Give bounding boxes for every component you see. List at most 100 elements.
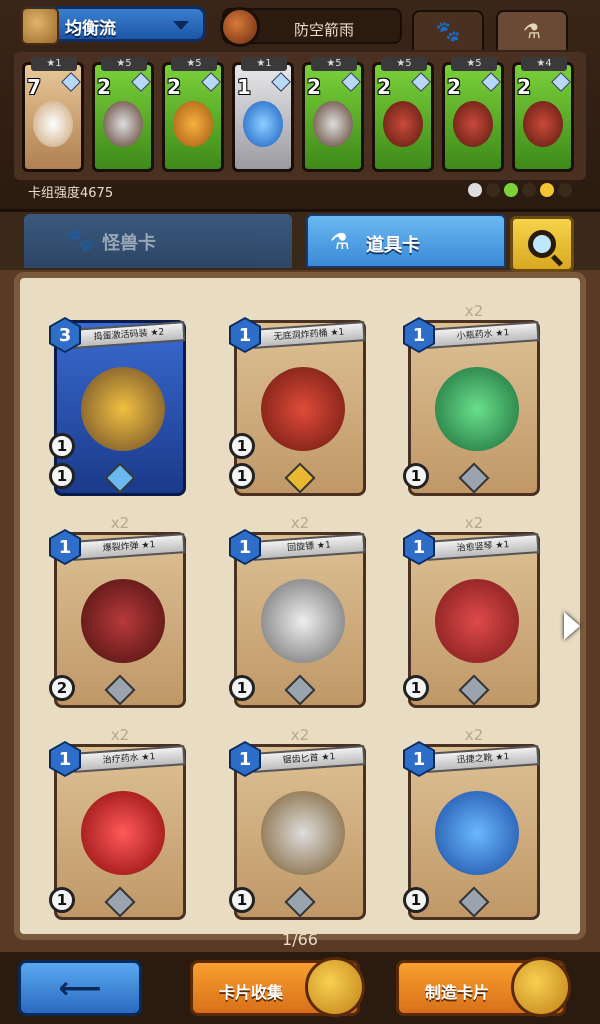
card-count: 2 <box>97 75 111 99</box>
card-title: 治愈竖琴 ★1 <box>426 533 540 561</box>
card-count: 1 <box>237 75 251 99</box>
card-slot[interactable]: x2 回旋镖 ★1 1 1 <box>229 514 370 708</box>
paw-tab-button[interactable]: 🐾 <box>412 10 484 50</box>
card-slot[interactable]: x2 迅捷之靴 ★1 1 1 <box>403 726 544 920</box>
red-potion-icon <box>81 791 165 875</box>
deck-card[interactable]: ★1 1 <box>232 57 294 172</box>
hero-selector[interactable]: 防空箭雨 <box>220 7 402 47</box>
back-arrow-icon: ⟵ <box>58 970 102 1006</box>
hero-portrait <box>220 7 260 47</box>
card-slot[interactable]: 无底洞炸药桶 ★1 1 1 1 <box>229 306 370 496</box>
deck-book-icon <box>21 7 59 45</box>
deck-card[interactable]: ★1 7 <box>22 57 84 172</box>
card-title: 爆裂炸弹 ★1 <box>72 533 186 561</box>
deck-card[interactable]: ★5 2 <box>442 57 504 172</box>
card-count: 2 <box>447 75 461 99</box>
card-title: 无底洞炸药桶 ★1 <box>252 321 366 349</box>
filter-type-icon[interactable] <box>558 183 572 197</box>
silver-gem-icon <box>284 886 316 918</box>
filter-green-icon[interactable] <box>504 183 518 197</box>
tab-item-cards[interactable]: ⚗ 道具卡 <box>306 214 506 268</box>
flask-icon: ⚗ <box>330 230 350 255</box>
item-card[interactable]: 爆裂炸弹 ★1 1 2 <box>49 529 186 708</box>
dynamite-icon <box>261 367 345 451</box>
deck-selector[interactable]: 均衡流 <box>21 6 206 45</box>
search-button[interactable] <box>510 216 574 272</box>
item-card[interactable]: 治愈竖琴 ★1 1 1 <box>403 529 540 708</box>
silver-gem-icon <box>104 674 136 706</box>
silver-gem-icon <box>284 674 316 706</box>
deck-card[interactable]: ★5 2 <box>92 57 154 172</box>
paw-icon: 🐾 <box>66 228 94 253</box>
deck-card[interactable]: ★5 2 <box>372 57 434 172</box>
card-count: 2 <box>377 75 391 99</box>
back-button[interactable]: ⟵ <box>18 960 142 1016</box>
chevron-down-icon <box>173 21 189 30</box>
tab-monster-cards[interactable]: 🐾 怪兽卡 <box>24 214 292 268</box>
item-card[interactable]: 回旋镖 ★1 1 1 <box>229 529 366 708</box>
deck-card[interactable]: ★5 2 <box>302 57 364 172</box>
item-card[interactable]: 治疗药水 ★1 1 1 <box>49 741 186 920</box>
hp-stat: 1 <box>229 675 255 701</box>
card-art <box>313 101 353 147</box>
card-collection-button[interactable]: 卡片收集 <box>190 957 365 1017</box>
harp-icon <box>435 579 519 663</box>
filter-yellow-icon[interactable] <box>540 183 554 197</box>
card-art <box>383 101 423 147</box>
deck-card-strip: ★1 7 ★5 2 ★5 2 ★1 1 ★5 2 ★5 2 ★5 2 ★4 2 <box>14 52 586 180</box>
button-label: 卡片收集 <box>219 983 284 1002</box>
duplicate-count: x2 <box>464 302 484 320</box>
gem-icon <box>131 72 151 92</box>
deck-card[interactable]: ★5 2 <box>162 57 224 172</box>
hp-stat: 1 <box>403 463 429 489</box>
rarity-label: ★5 <box>451 57 497 71</box>
card-slot[interactable]: x2 锯齿匕首 ★1 1 1 <box>229 726 370 920</box>
page-count: 1/66 <box>282 930 318 949</box>
card-title: 回旋镖 ★1 <box>252 533 366 561</box>
dagger-icon <box>261 791 345 875</box>
card-art <box>33 101 73 147</box>
filter-all-icon[interactable] <box>468 183 482 197</box>
card-title: 治疗药水 ★1 <box>72 745 186 773</box>
filter-type-icon[interactable] <box>486 183 500 197</box>
gem-icon <box>551 72 571 92</box>
tab-label: 道具卡 <box>366 235 420 256</box>
attack-stat: 1 <box>229 433 255 459</box>
card-slot[interactable]: 捣蛋激活码装 ★2 3 1 1 <box>49 306 190 496</box>
attack-stat: 1 <box>49 433 75 459</box>
deck-card[interactable]: ★4 2 <box>512 57 574 172</box>
gem-icon <box>481 72 501 92</box>
duplicate-count: x2 <box>110 726 130 744</box>
gem-icon <box>341 72 361 92</box>
flask-tab-button[interactable]: ⚗ <box>496 10 568 50</box>
card-slot[interactable]: x2 治愈竖琴 ★1 1 1 <box>403 514 544 708</box>
duplicate-count: x2 <box>290 514 310 532</box>
boomerang-icon <box>261 579 345 663</box>
gem-icon <box>201 72 221 92</box>
silver-gem-icon <box>458 674 490 706</box>
item-card[interactable]: 锯齿匕首 ★1 1 1 <box>229 741 366 920</box>
next-page-arrow-icon[interactable] <box>564 612 580 640</box>
card-slot[interactable]: x2 爆裂炸弹 ★1 1 2 <box>49 514 190 708</box>
button-label: 制造卡片 <box>425 983 490 1002</box>
card-title: 小瓶药水 ★1 <box>426 321 540 349</box>
item-card[interactable]: 捣蛋激活码装 ★2 3 1 1 <box>49 317 186 496</box>
silver-gem-icon <box>104 886 136 918</box>
card-title: 锯齿匕首 ★1 <box>252 745 366 773</box>
hp-stat: 1 <box>49 887 75 913</box>
craft-potion-icon <box>511 957 571 1017</box>
card-slot[interactable]: x2 治疗药水 ★1 1 1 <box>49 726 190 920</box>
filter-type-icon[interactable] <box>522 183 536 197</box>
duplicate-count: x2 <box>464 514 484 532</box>
craft-card-button[interactable]: 制造卡片 <box>396 957 571 1017</box>
item-card[interactable]: 无底洞炸药桶 ★1 1 1 1 <box>229 317 366 496</box>
card-art <box>173 101 213 147</box>
bottom-bar: ⟵ 卡片收集 制造卡片 <box>0 952 600 1024</box>
item-card[interactable]: 小瓶药水 ★1 1 1 <box>403 317 540 496</box>
item-card[interactable]: 迅捷之靴 ★1 1 1 <box>403 741 540 920</box>
hero-name: 防空箭雨 <box>294 21 355 39</box>
hp-stat: 1 <box>403 887 429 913</box>
card-title: 迅捷之靴 ★1 <box>426 745 540 773</box>
card-slot[interactable]: x2 小瓶药水 ★1 1 1 <box>403 302 544 496</box>
silver-gem-icon <box>458 462 490 494</box>
